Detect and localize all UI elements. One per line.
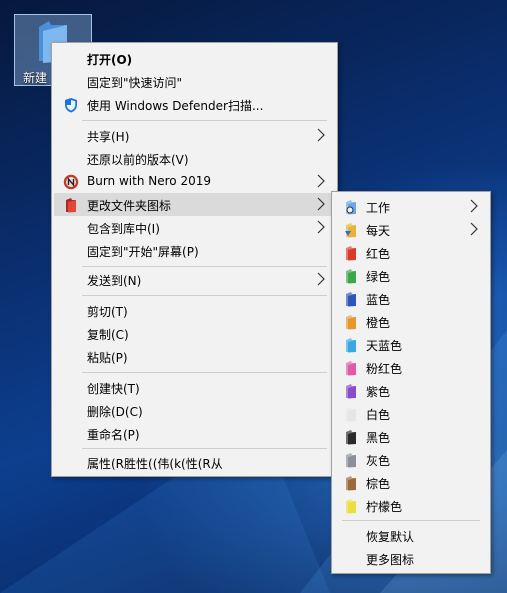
folder-icon-submenu: 工作 每天 红色 绿色 蓝色 橙色 天蓝色 粉红色 紫色 白色 黑色 灰色 棕色 柠檬色恢复默认 更多图标 (331, 191, 491, 574)
defender-shield-icon (65, 98, 77, 113)
work-folder-icon (346, 200, 356, 215)
submenu-item-gray[interactable]: 灰色 (334, 448, 488, 471)
submenu-item-blue[interactable]: 蓝色 (334, 287, 488, 310)
submenu-item-restore-default[interactable]: 恢复默认 (334, 524, 488, 547)
sky-blue-folder-icon (346, 338, 356, 353)
brown-folder-icon (346, 476, 356, 491)
menu-item-properties[interactable]: 属性(R胜性((伟(k(性(R从 (54, 451, 335, 474)
chevron-right-icon (317, 174, 325, 191)
orange-folder-icon (346, 315, 356, 330)
nero-icon (63, 174, 79, 190)
red-folder-icon (66, 198, 76, 213)
pink-folder-icon (346, 361, 356, 376)
menu-item-rename[interactable]: 重命名(P) (54, 422, 335, 445)
chevron-right-icon (317, 128, 325, 145)
menu-item-pin-quick-access[interactable]: 固定到"快速访问" (54, 70, 335, 93)
submenu-item-daily[interactable]: 每天 (334, 218, 488, 241)
submenu-item-black[interactable]: 黑色 (334, 425, 488, 448)
submenu-item-brown[interactable]: 棕色 (334, 471, 488, 494)
chevron-right-icon (317, 197, 325, 214)
chevron-right-icon (317, 220, 325, 237)
menu-item-include-in-library[interactable]: 包含到库中(I) (54, 216, 335, 239)
green-folder-icon (346, 269, 356, 284)
blue-folder-icon (346, 292, 356, 307)
white-folder-icon (346, 407, 356, 422)
menu-separator (82, 295, 327, 296)
menu-item-pin-to-start[interactable]: 固定到"开始"屏幕(P) (54, 239, 335, 262)
submenu-item-orange[interactable]: 橙色 (334, 310, 488, 333)
menu-item-defender-scan[interactable]: 使用 Windows Defender扫描... (54, 93, 335, 116)
menu-item-cut[interactable]: 剪切(T) (54, 299, 335, 322)
submenu-item-green[interactable]: 绿色 (334, 264, 488, 287)
menu-item-send-to[interactable]: 发送到(N) (54, 268, 335, 291)
red-folder-icon (346, 246, 356, 261)
black-folder-icon (346, 430, 356, 445)
menu-item-paste[interactable]: 粘贴(P) (54, 345, 335, 368)
menu-item-burn-with-nero[interactable]: Burn with Nero 2019 (54, 170, 335, 193)
desktop-icon-label: 新建 (23, 71, 48, 85)
menu-separator (82, 120, 327, 121)
submenu-item-purple[interactable]: 紫色 (334, 379, 488, 402)
submenu-item-white[interactable]: 白色 (334, 402, 488, 425)
chevron-right-icon (317, 272, 325, 289)
daily-folder-icon (345, 223, 356, 238)
context-menu: 打开(O) 固定到"快速访问" 使用 Windows Defender扫描...… (51, 42, 338, 477)
menu-separator (82, 266, 327, 267)
submenu-item-more-icons[interactable]: 更多图标 (334, 547, 488, 570)
menu-item-open[interactable]: 打开(O) (54, 47, 335, 70)
menu-separator (82, 372, 327, 373)
chevron-right-icon (470, 222, 478, 239)
submenu-item-sky-blue[interactable]: 天蓝色 (334, 333, 488, 356)
submenu-separator (342, 520, 480, 521)
menu-item-create-shortcut[interactable]: 创建快(T) (54, 376, 335, 399)
menu-item-share[interactable]: 共享(H) (54, 124, 335, 147)
menu-item-delete[interactable]: 删除(D(C) (54, 399, 335, 422)
menu-item-copy[interactable]: 复制(C) (54, 322, 335, 345)
gray-folder-icon (346, 453, 356, 468)
menu-item-restore-previous-versions[interactable]: 还原以前的版本(V) (54, 147, 335, 170)
menu-separator (82, 448, 327, 449)
submenu-item-pink[interactable]: 粉红色 (334, 356, 488, 379)
submenu-item-red[interactable]: 红色 (334, 241, 488, 264)
lemon-folder-icon (346, 499, 356, 514)
submenu-item-work[interactable]: 工作 (334, 195, 488, 218)
chevron-right-icon (470, 199, 478, 216)
purple-folder-icon (346, 384, 356, 399)
menu-item-change-folder-icon[interactable]: 更改文件夹图标 (54, 193, 335, 216)
submenu-item-lemon[interactable]: 柠檬色 (334, 494, 488, 517)
